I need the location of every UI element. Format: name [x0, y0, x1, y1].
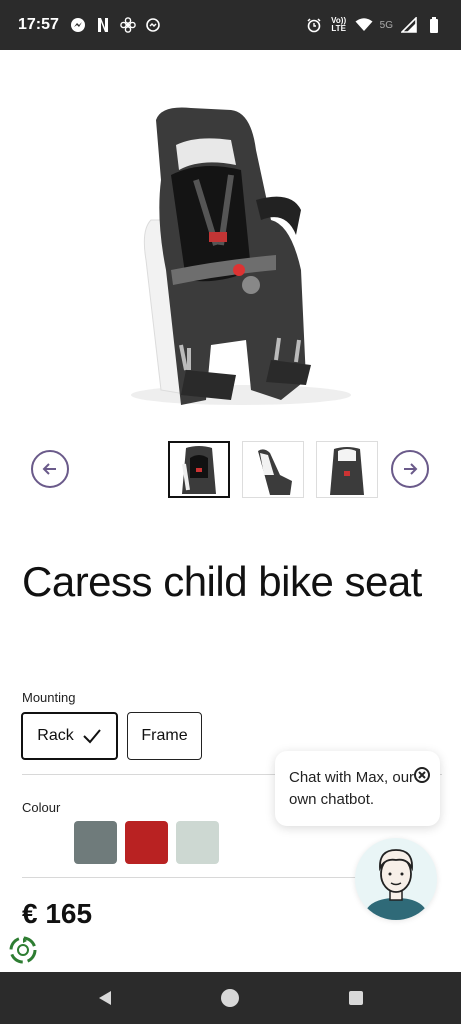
arrow-left-icon	[42, 463, 56, 475]
wifi-icon	[355, 16, 373, 34]
seat-thumbnail-rear	[330, 447, 364, 495]
messenger-alt-icon	[144, 16, 162, 34]
recents-button[interactable]	[345, 987, 367, 1009]
colour-swatch-light-grey[interactable]	[176, 821, 219, 864]
mounting-option-frame-label: Frame	[141, 727, 188, 744]
chatbot-avatar-button[interactable]	[355, 838, 437, 920]
child-bike-seat-image	[130, 107, 351, 405]
image-gallery	[0, 438, 461, 502]
home-circle-icon	[221, 989, 239, 1007]
5g-icon: 5G	[379, 19, 393, 31]
navigation-bar	[0, 972, 461, 1024]
chat-message: Chat with Max, our own chatbot.	[289, 769, 415, 808]
previous-image-button[interactable]	[31, 450, 69, 488]
messenger-icon	[69, 16, 87, 34]
colour-swatch-red[interactable]	[125, 821, 168, 864]
home-button[interactable]	[219, 987, 241, 1009]
chat-prompt-bubble[interactable]: Chat with Max, our own chatbot.	[275, 751, 440, 826]
close-icon[interactable]	[412, 765, 432, 785]
fan-icon	[119, 16, 137, 34]
notification-icons	[69, 16, 162, 34]
mounting-option-rack[interactable]: Rack	[21, 712, 118, 760]
mounting-label: Mounting	[22, 690, 76, 705]
recents-square-icon	[349, 991, 363, 1005]
mounting-option-frame[interactable]: Frame	[127, 712, 202, 760]
avatar-icon	[363, 849, 429, 920]
thumbnail-3[interactable]	[316, 441, 378, 498]
product-price: € 165	[22, 898, 93, 929]
netflix-icon	[94, 16, 112, 34]
volte-line2: LTE	[331, 24, 346, 33]
thumbnail-1[interactable]	[168, 441, 230, 498]
product-hero-image[interactable]	[0, 50, 461, 430]
battery-icon	[425, 16, 443, 34]
back-button[interactable]	[94, 987, 116, 1009]
status-bar: 17:57 Vo)) LTE 5G	[0, 0, 461, 50]
checkmark-icon	[83, 729, 101, 744]
seat-thumbnail-side	[258, 449, 292, 495]
volte-icon: Vo)) LTE	[330, 16, 348, 34]
signal-icon	[400, 16, 418, 34]
back-triangle-icon	[99, 991, 111, 1005]
divider	[22, 877, 357, 878]
colour-label: Colour	[22, 800, 61, 815]
recycle-icon[interactable]	[8, 935, 38, 965]
next-image-button[interactable]	[391, 450, 429, 488]
thumbnail-2[interactable]	[242, 441, 304, 498]
mounting-option-rack-label: Rack	[37, 727, 74, 744]
status-time: 17:57	[18, 16, 59, 33]
seat-thumbnail-front	[182, 446, 216, 494]
colour-swatch-grey[interactable]	[74, 821, 117, 864]
alarm-icon	[305, 16, 323, 34]
system-icons: Vo)) LTE 5G	[305, 16, 443, 34]
arrow-right-icon	[404, 463, 418, 475]
product-title: Caress child bike seat	[22, 558, 422, 605]
